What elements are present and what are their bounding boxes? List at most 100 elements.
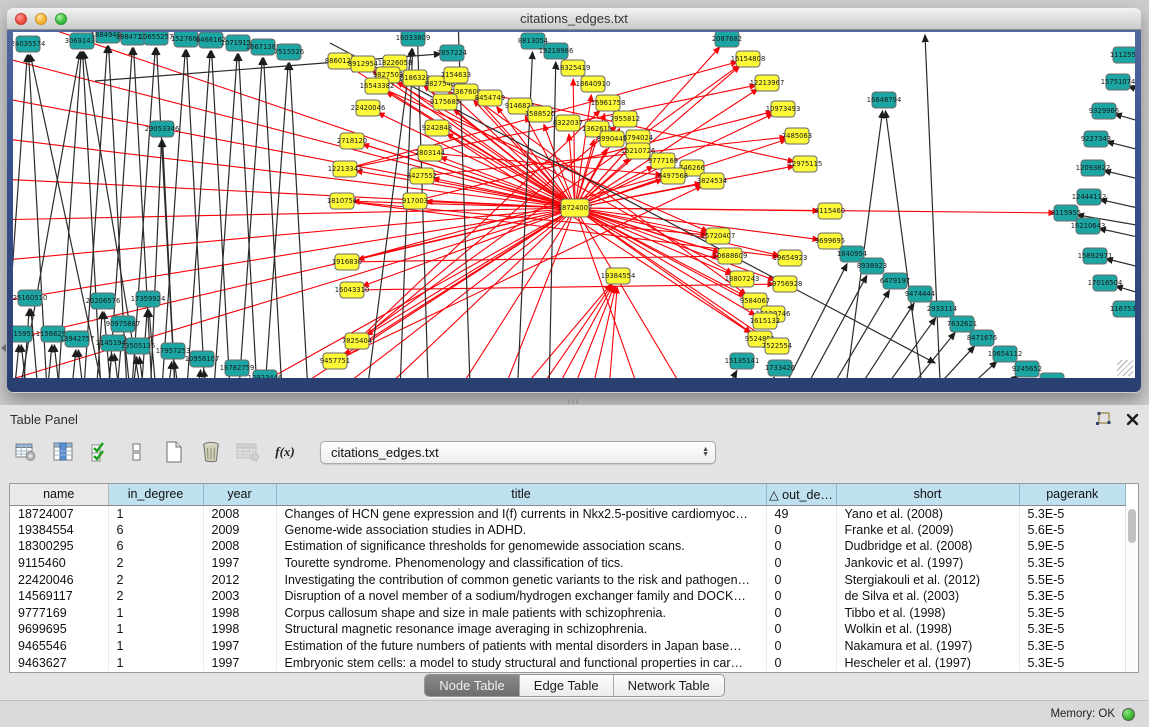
graph-node[interactable]: 10958107 bbox=[185, 351, 220, 367]
table-cell[interactable]: Embryonic stem cells: a model to study s… bbox=[276, 654, 766, 671]
table-cell[interactable]: Stergiakouli et al. (2012) bbox=[836, 571, 1019, 588]
table-cell[interactable]: 0 bbox=[766, 522, 836, 539]
window-titlebar[interactable]: citations_edges.txt bbox=[7, 8, 1141, 30]
table-cell[interactable]: Tibbo et al. (1998) bbox=[836, 605, 1019, 622]
panel-collapse-arrow[interactable] bbox=[1, 344, 6, 352]
graph-node[interactable]: 19384554 bbox=[601, 268, 636, 284]
table-cell[interactable]: Jankovic et al. (1997) bbox=[836, 555, 1019, 572]
graph-node[interactable]: 8322037 bbox=[553, 115, 583, 131]
graph-node[interactable]: 18325419 bbox=[556, 60, 591, 76]
citation-edge-black[interactable] bbox=[239, 54, 260, 378]
table-row[interactable]: 946362711997Embryonic stem cells: a mode… bbox=[10, 654, 1126, 671]
citation-edge-black[interactable] bbox=[204, 370, 214, 378]
graph-node[interactable]: 9242848 bbox=[422, 120, 452, 136]
graph-node[interactable]: 2933114 bbox=[927, 301, 957, 317]
table-cell[interactable]: Dudbridge et al. (2008) bbox=[836, 538, 1019, 555]
citation-edge-black[interactable] bbox=[163, 362, 172, 378]
table-cell[interactable]: 0 bbox=[766, 538, 836, 555]
tab-node-table[interactable]: Node Table bbox=[425, 675, 520, 696]
table-scrollbar[interactable] bbox=[1125, 507, 1137, 672]
graph-node[interactable]: 1154633 bbox=[441, 67, 471, 83]
table-cell[interactable]: 1997 bbox=[203, 654, 276, 671]
table-cell[interactable]: 1997 bbox=[203, 638, 276, 655]
graph-node[interactable]: 12213343 bbox=[328, 161, 363, 177]
table-cell[interactable]: 5.5E-5 bbox=[1019, 571, 1126, 588]
citation-edge-black[interactable] bbox=[183, 51, 210, 378]
citation-edge-red[interactable] bbox=[13, 208, 575, 356]
table-cell[interactable]: 0 bbox=[766, 621, 836, 638]
table-row[interactable]: 1830029562008Estimation of significance … bbox=[10, 538, 1126, 555]
citation-edge-black[interactable] bbox=[925, 35, 940, 378]
graph-node[interactable]: 9457751 bbox=[320, 353, 350, 369]
table-cell[interactable]: 5.6E-5 bbox=[1019, 522, 1126, 539]
table-cell[interactable]: 5.3E-5 bbox=[1019, 555, 1126, 572]
graph-node[interactable]: 29053346 bbox=[145, 121, 180, 137]
graph-node[interactable]: 6479197 bbox=[880, 273, 910, 289]
graph-node[interactable]: 24035574 bbox=[13, 36, 45, 52]
graph-node[interactable]: 8471676 bbox=[967, 330, 997, 346]
table-cell[interactable]: 2009 bbox=[203, 522, 276, 539]
graph-node[interactable]: 19654923 bbox=[773, 250, 808, 266]
function-builder-icon[interactable]: f(x) bbox=[273, 440, 297, 464]
citation-edge-red[interactable] bbox=[347, 256, 719, 262]
graph-node[interactable]: 17016504 bbox=[1088, 275, 1123, 291]
citation-edge-black[interactable] bbox=[67, 350, 76, 378]
table-cell[interactable]: 2 bbox=[108, 588, 203, 605]
table-cell[interactable]: 1 bbox=[108, 638, 203, 655]
graph-node[interactable]: 15751074 bbox=[1101, 74, 1135, 90]
graph-node[interactable]: 1810754 bbox=[327, 193, 357, 209]
graph-node[interactable]: 15135141 bbox=[725, 353, 760, 369]
table-cell[interactable]: Hescheler et al. (1997) bbox=[836, 654, 1019, 671]
table-cell[interactable]: Nakamura et al. (1997) bbox=[836, 638, 1019, 655]
tab-edge-table[interactable]: Edge Table bbox=[520, 675, 614, 696]
citation-edge-black[interactable] bbox=[264, 58, 285, 378]
table-cell[interactable]: 19384554 bbox=[10, 522, 108, 539]
graph-node[interactable]: 6497568 bbox=[658, 168, 688, 184]
graph-node[interactable]: 9227343 bbox=[1081, 131, 1111, 147]
citation-edge-black[interactable] bbox=[261, 63, 288, 378]
table-cell[interactable]: Yano et al. (2008) bbox=[836, 505, 1019, 522]
graph-node[interactable]: 12093822 bbox=[1076, 160, 1111, 176]
citation-edge-red[interactable] bbox=[13, 208, 575, 266]
table-row[interactable]: 969969511998Structural magnetic resonanc… bbox=[10, 621, 1126, 638]
column-header-pagerank[interactable]: pagerank bbox=[1019, 484, 1126, 505]
citation-edge-red[interactable] bbox=[523, 286, 613, 378]
graph-node[interactable]: 16154808 bbox=[731, 51, 766, 67]
graph-node[interactable]: 19756928 bbox=[768, 276, 803, 292]
table-row[interactable]: 2242004622012Investigating the contribut… bbox=[10, 571, 1126, 588]
column-header-in_degree[interactable]: in_degree bbox=[108, 484, 203, 505]
citation-edge-red[interactable] bbox=[470, 284, 611, 378]
table-cell[interactable]: 9115460 bbox=[10, 555, 108, 572]
table-cell[interactable]: 5.3E-5 bbox=[1019, 588, 1126, 605]
graph-node[interactable]: 8938923 bbox=[857, 258, 887, 274]
citation-edge-black[interactable] bbox=[157, 48, 178, 378]
graph-node[interactable]: 1733426 bbox=[765, 360, 795, 376]
graph-node[interactable]: 7825404 bbox=[342, 333, 372, 349]
citation-edge-black[interactable] bbox=[78, 350, 89, 378]
table-cell[interactable]: 2003 bbox=[203, 588, 276, 605]
graph-node[interactable]: 7955812 bbox=[610, 111, 640, 127]
graph-node[interactable]: 7857224 bbox=[437, 45, 467, 61]
citation-network-graph[interactable]: 1872400788601238912954182260589827503165… bbox=[13, 32, 1135, 378]
table-cell[interactable]: 5.3E-5 bbox=[1019, 605, 1126, 622]
column-header-year[interactable]: year bbox=[203, 484, 276, 505]
graph-node[interactable]: 8115460 bbox=[815, 203, 845, 219]
show-column-icon[interactable] bbox=[51, 440, 75, 464]
table-cell[interactable]: 1 bbox=[108, 505, 203, 522]
citation-edge-black[interactable] bbox=[13, 345, 19, 378]
graph-node[interactable]: 9175685 bbox=[430, 94, 460, 110]
graph-node[interactable]: 8427552 bbox=[407, 168, 437, 184]
graph-node[interactable]: 8454749 bbox=[475, 90, 505, 106]
table-cell[interactable]: 1997 bbox=[203, 555, 276, 572]
graph-node[interactable]: 25160510 bbox=[13, 290, 47, 306]
table-cell[interactable]: 6 bbox=[108, 522, 203, 539]
table-cell[interactable]: 6 bbox=[108, 538, 203, 555]
table-scrollbar-thumb[interactable] bbox=[1128, 509, 1136, 543]
table-cell[interactable]: 0 bbox=[766, 654, 836, 671]
column-header-short[interactable]: short bbox=[836, 484, 1019, 505]
graph-node[interactable]: 19218986 bbox=[539, 43, 574, 59]
citation-edge-black[interactable] bbox=[212, 51, 233, 378]
graph-node[interactable]: 1588520 bbox=[525, 106, 555, 122]
citation-edge-black[interactable] bbox=[187, 50, 208, 378]
close-panel-icon[interactable] bbox=[1126, 413, 1139, 426]
